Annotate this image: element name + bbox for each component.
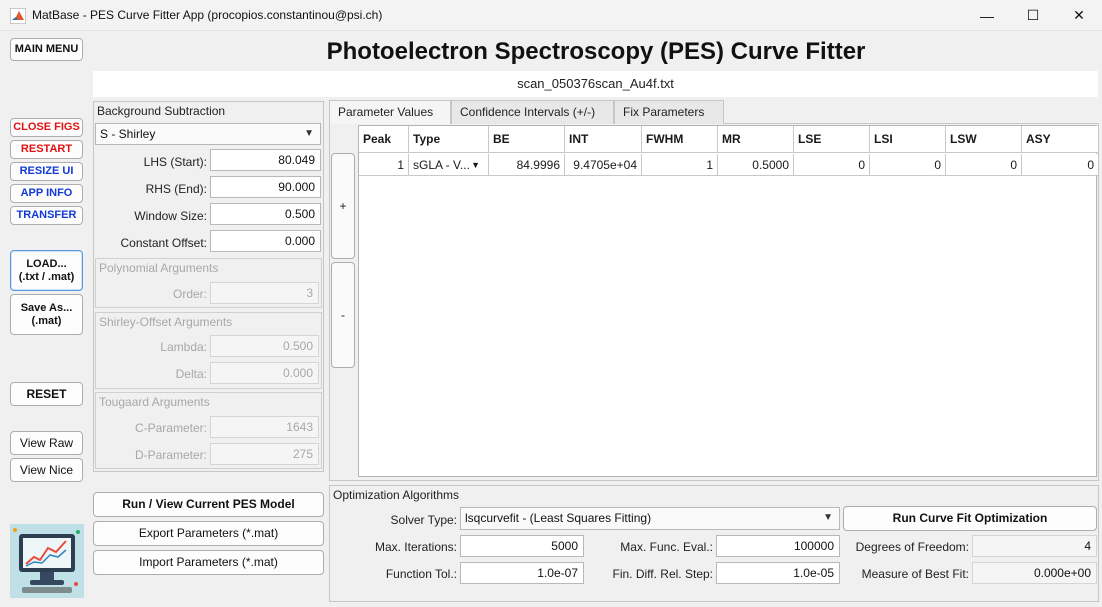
column-header-int: INT (565, 126, 642, 153)
save-as-button[interactable]: Save As... (.mat) (10, 294, 83, 335)
column-header-peak: Peak (359, 126, 409, 153)
remove-peak-button[interactable]: - (331, 262, 355, 368)
background-subtraction-title: Background Subtraction (97, 104, 226, 118)
add-peak-button[interactable]: + (331, 153, 355, 259)
measure-of-best-fit-label: Measure of Best Fit: (861, 567, 969, 581)
measure-of-best-fit-value: 0.000e+00 (972, 562, 1097, 584)
solver-type-value: lsqcurvefit - (Least Squares Fitting) (465, 511, 652, 525)
optimization-title: Optimization Algorithms (333, 488, 460, 502)
run-curve-fit-button[interactable]: Run Curve Fit Optimization (843, 506, 1097, 531)
app-info-button[interactable]: APP INFO (10, 184, 83, 203)
loaded-filename: scan_050376scan_Au4f.txt (93, 71, 1098, 97)
run-view-model-button[interactable]: Run / View Current PES Model (93, 492, 324, 517)
transfer-button[interactable]: TRANSFER (10, 206, 83, 225)
resize-ui-button[interactable]: RESIZE UI (10, 162, 83, 181)
save-as-button-sublabel: (.mat) (31, 314, 62, 327)
shirley-offset-arguments-title: Shirley-Offset Arguments (99, 315, 233, 329)
c-parameter-input[interactable]: 1643 (210, 416, 319, 438)
max-func-eval-input[interactable]: 100000 (716, 535, 840, 557)
cell-mr[interactable]: 0.5000 (718, 154, 794, 176)
tab-fix-parameters[interactable]: Fix Parameters (614, 100, 724, 124)
view-nice-button[interactable]: View Nice (10, 458, 83, 482)
cell-fwhm[interactable]: 1 (642, 154, 718, 176)
c-parameter-label: C-Parameter: (134, 421, 207, 435)
maximize-button[interactable]: ☐ (1010, 0, 1056, 31)
cell-be[interactable]: 84.9996 (489, 154, 565, 176)
lambda-label: Lambda: (160, 340, 207, 354)
d-parameter-label: D-Parameter: (134, 448, 207, 462)
close-figs-button[interactable]: CLOSE FIGS (10, 118, 83, 137)
polynomial-arguments-title: Polynomial Arguments (99, 261, 219, 275)
cell-lsw[interactable]: 0 (946, 154, 1022, 176)
column-header-lsw: LSW (946, 126, 1022, 153)
column-header-lsi: LSI (870, 126, 946, 153)
delta-label: Delta: (175, 367, 207, 381)
minimize-button[interactable]: — (964, 0, 1010, 31)
load-button-label: LOAD... (26, 257, 67, 270)
cell-int[interactable]: 9.4705e+04 (565, 154, 642, 176)
window-size-label: Window Size: (134, 209, 207, 223)
column-header-asy: ASY (1022, 126, 1098, 153)
computer-chart-logo-icon (10, 524, 84, 598)
chevron-down-icon: ▼ (471, 160, 480, 170)
lambda-input[interactable]: 0.500 (210, 335, 319, 357)
rhs-input[interactable]: 90.000 (210, 176, 321, 198)
max-func-eval-label: Max. Func. Eval.: (620, 540, 713, 554)
max-iterations-input[interactable]: 5000 (460, 535, 584, 557)
fin-diff-rel-step-label: Fin. Diff. Rel. Step: (612, 567, 713, 581)
reset-button[interactable]: RESET (10, 382, 83, 406)
column-header-fwhm: FWHM (642, 126, 718, 153)
restart-button[interactable]: RESTART (10, 140, 83, 159)
tab-parameter-values[interactable]: Parameter Values (329, 100, 451, 124)
d-parameter-input[interactable]: 275 (210, 443, 319, 465)
cell-lse[interactable]: 0 (794, 154, 870, 176)
tougaard-arguments-title: Tougaard Arguments (99, 395, 210, 409)
app-title: Photoelectron Spectroscopy (PES) Curve F… (326, 38, 866, 65)
column-header-mr: MR (718, 126, 794, 153)
constant-offset-label: Constant Offset: (120, 236, 208, 250)
save-as-button-label: Save As... (20, 301, 73, 314)
constant-offset-input[interactable]: 0.000 (210, 230, 321, 252)
fin-diff-rel-step-input[interactable]: 1.0e-05 (716, 562, 840, 584)
parameter-table: Peak Type BE INT FWHM MR LSE LSI LSW ASY… (358, 125, 1098, 477)
cell-asy[interactable]: 0 (1022, 154, 1098, 176)
window-title: MatBase - PES Curve Fitter App (procopio… (32, 8, 383, 22)
order-input[interactable]: 3 (210, 282, 319, 304)
solver-type-dropdown[interactable]: lsqcurvefit - (Least Squares Fitting) ▼ (460, 507, 840, 530)
window-titlebar: MatBase - PES Curve Fitter App (procopio… (0, 0, 1102, 31)
export-parameters-button[interactable]: Export Parameters (*.mat) (93, 521, 324, 546)
background-method-dropdown[interactable]: S - Shirley ▼ (95, 123, 321, 145)
order-label: Order: (172, 287, 207, 301)
max-iterations-label: Max. Iterations: (374, 540, 457, 554)
import-parameters-button[interactable]: Import Parameters (*.mat) (93, 550, 324, 575)
cell-type-dropdown[interactable]: sGLA - V... ▼ (409, 154, 489, 176)
lhs-input[interactable]: 80.049 (210, 149, 321, 171)
function-tol-label: Function Tol.: (385, 567, 457, 581)
column-header-be: BE (489, 126, 565, 153)
load-button[interactable]: LOAD... (.txt / .mat) (10, 250, 83, 291)
cell-peak[interactable]: 1 (359, 154, 409, 176)
column-header-type: Type (409, 126, 489, 153)
function-tol-input[interactable]: 1.0e-07 (460, 562, 584, 584)
solver-type-label: Solver Type: (390, 513, 457, 527)
load-button-sublabel: (.txt / .mat) (18, 270, 75, 283)
view-raw-button[interactable]: View Raw (10, 431, 83, 455)
degrees-of-freedom-label: Degrees of Freedom: (855, 540, 969, 554)
cell-type-value: sGLA - V... (413, 158, 470, 172)
cell-lsi[interactable]: 0 (870, 154, 946, 176)
close-window-button[interactable]: ✕ (1056, 0, 1102, 31)
rhs-label: RHS (End): (145, 182, 207, 196)
lhs-label: LHS (Start): (143, 155, 207, 169)
column-header-lse: LSE (794, 126, 870, 153)
delta-input[interactable]: 0.000 (210, 362, 319, 384)
tab-confidence-intervals[interactable]: Confidence Intervals (+/-) (451, 100, 614, 124)
window-size-input[interactable]: 0.500 (210, 203, 321, 225)
degrees-of-freedom-value: 4 (972, 535, 1097, 557)
matlab-logo-icon (10, 8, 26, 24)
background-method-value: S - Shirley (100, 127, 156, 141)
chevron-down-icon: ▼ (304, 128, 314, 139)
chevron-down-icon: ▼ (823, 512, 833, 523)
